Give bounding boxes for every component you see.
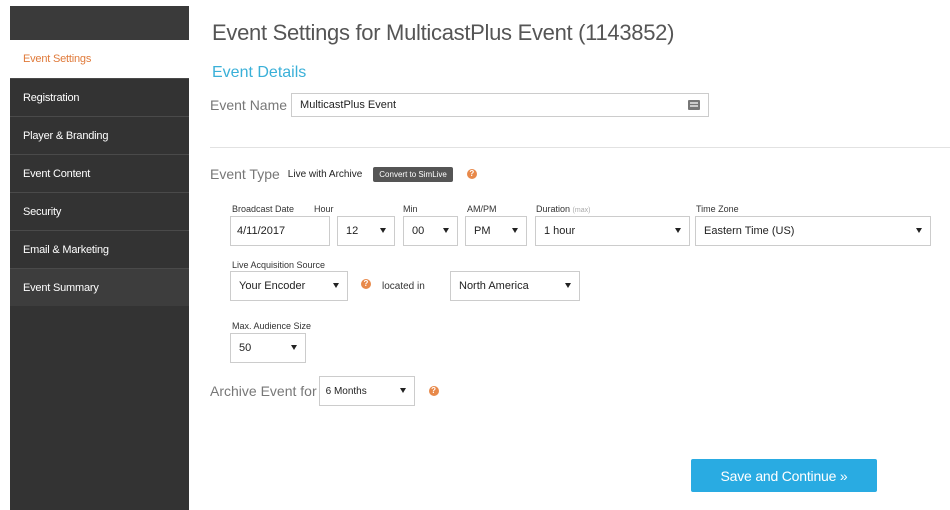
ampm-value: PM [474,225,491,237]
sidebar-item-event-summary[interactable]: Event Summary [10,268,189,306]
keyboard-icon[interactable] [688,100,701,110]
sidebar-item-email-marketing[interactable]: Email & Marketing [10,230,189,268]
chevron-down-icon [333,283,339,288]
audience-label: Max. Audience Size [232,321,312,331]
section-title: Event Details [212,64,307,81]
event-name-value: MulticastPlus Event [300,99,397,111]
sidebar-item-security[interactable]: Security [10,192,189,230]
broadcast-date-value: 4/11/2017 [237,225,286,237]
hour-select[interactable]: 12 [337,216,395,246]
chevron-down-icon [399,388,406,393]
acquisition-value: Your Encoder [239,280,306,292]
hour-label: Hour [314,204,334,214]
chevron-down-icon [380,228,386,233]
chevron-down-icon [565,283,571,288]
ampm-select[interactable]: PM [465,216,527,246]
min-value: 00 [412,225,425,237]
sidebar-header [10,6,189,40]
event-type-value: Live with Archive [287,168,363,180]
broadcast-date-label: Broadcast Date [232,204,295,214]
save-and-continue-button[interactable]: Save and Continue » [691,459,877,492]
archive-label: Archive Event for [210,383,317,399]
hour-value: 12 [346,225,359,237]
timezone-label: Time Zone [696,204,739,214]
chevron-down-icon [291,345,297,350]
duration-value: 1 hour [544,225,576,237]
ampm-label: AM/PM [467,204,497,214]
convert-to-simlive-button[interactable]: Convert to SimLive [373,166,453,182]
sidebar-item-player-branding[interactable]: Player & Branding [10,116,189,154]
sidebar-item-event-content[interactable]: Event Content [10,154,189,192]
min-label: Min [403,204,418,214]
duration-label-text: Duration [536,204,571,214]
min-select[interactable]: 00 [403,216,458,246]
event-type-row: Event Type Live with Archive Convert to … [210,166,477,182]
acquisition-select[interactable]: Your Encoder [230,271,348,301]
audience-value: 50 [239,342,252,354]
chevron-down-icon [916,228,922,233]
event-type-label: Event Type [210,166,280,182]
archive-value: 6 Months [325,385,367,397]
event-name-label: Event Name [210,97,288,113]
duration-label: Duration (max) [536,204,590,214]
timezone-value: Eastern Time (US) [704,225,795,237]
sidebar: Event Settings Registration Player & Bra… [10,6,189,510]
help-icon[interactable]: ? [466,169,477,179]
help-icon[interactable]: ? [361,279,371,289]
help-icon[interactable]: ? [428,386,439,396]
event-name-row: Event Name MulticastPlus Event [210,93,710,117]
duration-hint: (max) [572,207,591,214]
duration-select[interactable]: 1 hour [535,216,690,246]
acquisition-label: Live Acquisition Source [232,260,326,270]
located-in-label: located in [382,281,425,292]
chevron-down-icon [512,228,518,233]
chevron-down-icon [443,228,449,233]
main-content: Event Settings for MulticastPlus Event (… [210,0,950,510]
region-value: North America [459,280,529,292]
broadcast-date-input[interactable]: 4/11/2017 [230,216,330,246]
sidebar-item-registration[interactable]: Registration [10,78,189,116]
page-title: Event Settings for MulticastPlus Event (… [212,20,675,45]
divider [210,147,950,148]
timezone-select[interactable]: Eastern Time (US) [695,216,931,246]
archive-select[interactable]: 6 Months [318,376,415,406]
audience-select[interactable]: 50 [230,333,306,363]
region-select[interactable]: North America [450,271,580,301]
event-name-input[interactable]: MulticastPlus Event [291,93,710,117]
sidebar-item-event-settings[interactable]: Event Settings [10,40,189,78]
chevron-down-icon [675,228,681,233]
archive-row: Archive Event for 6 Months ? [210,376,439,406]
